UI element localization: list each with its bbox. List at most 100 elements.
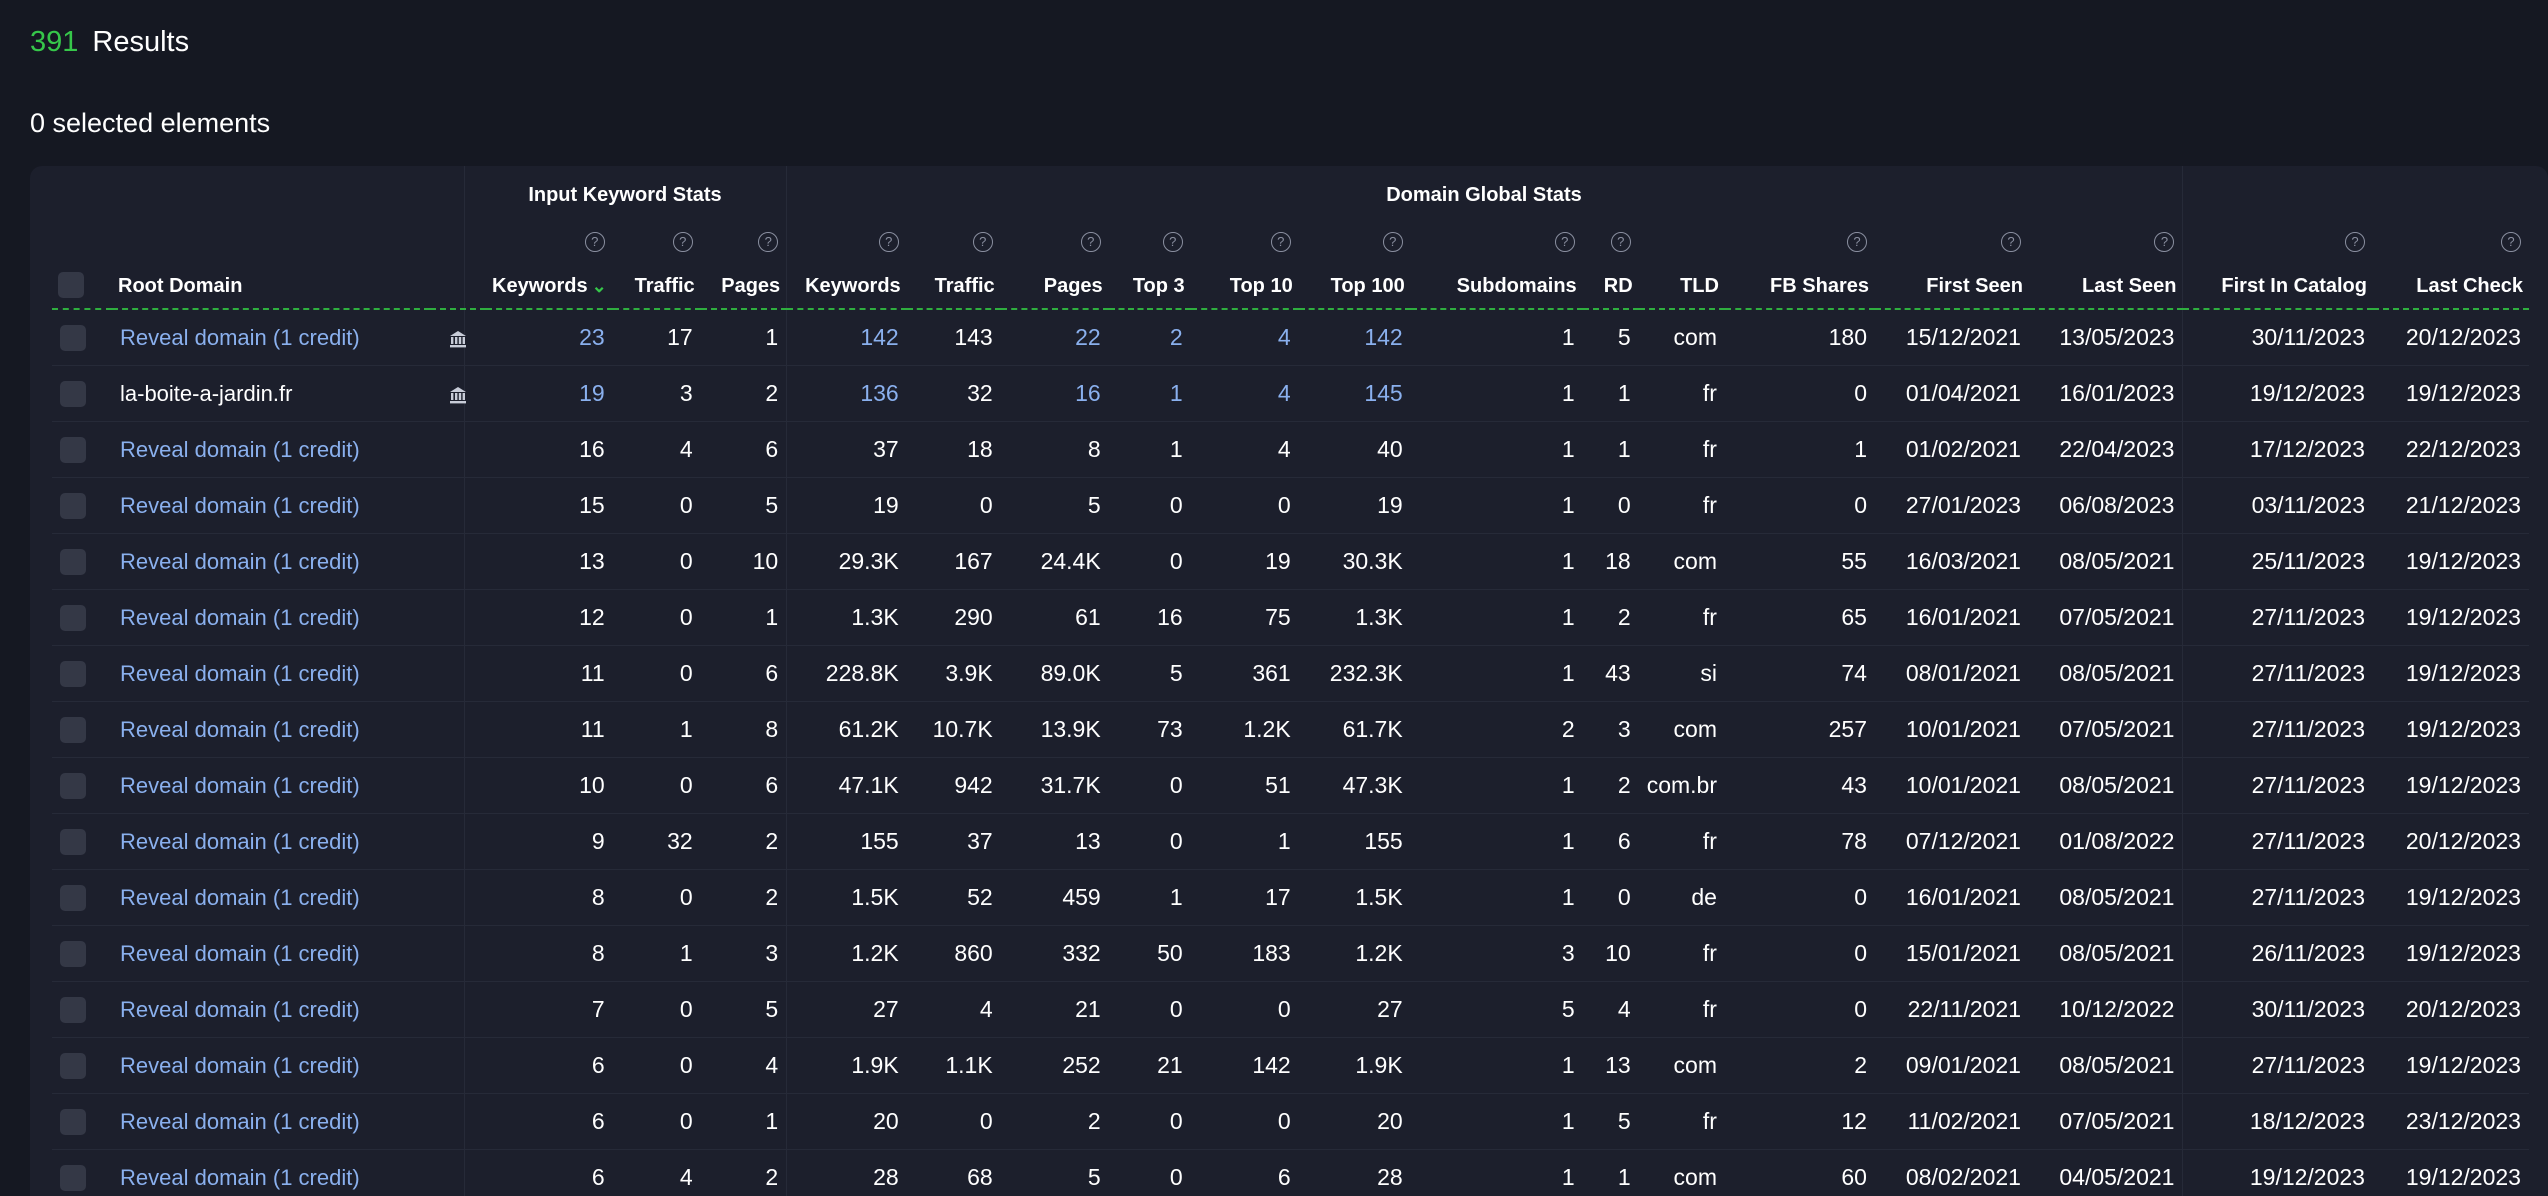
row-checkbox[interactable] [60,829,86,855]
table-cell[interactable]: 142 [1299,309,1411,366]
reveal-domain-link[interactable]: Reveal domain (1 credit) [112,926,430,982]
col-root-domain[interactable]: Root Domain [112,210,430,309]
help-icon[interactable]: ? [585,232,605,252]
help-icon[interactable]: ? [2001,232,2021,252]
help-icon[interactable]: ? [758,232,778,252]
table-row[interactable]: Reveal domain (1 credit)100647.1K94231.7… [52,758,2529,814]
table-cell[interactable]: 4 [1191,366,1299,422]
col-rd[interactable]: ?RD [1583,210,1639,309]
row-checkbox[interactable] [60,941,86,967]
table-cell[interactable]: 22 [1001,309,1109,366]
table-row[interactable]: Reveal domain (1 credit)6041.9K1.1K25221… [52,1038,2529,1094]
help-icon[interactable]: ? [1383,232,1403,252]
bank-icon[interactable] [449,330,467,348]
reveal-domain-link[interactable]: Reveal domain (1 credit) [112,309,430,366]
help-icon[interactable]: ? [1847,232,1867,252]
row-checkbox[interactable] [60,605,86,631]
row-checkbox[interactable] [60,1053,86,1079]
help-icon[interactable]: ? [973,232,993,252]
bank-icon[interactable] [449,386,467,404]
row-select-cell[interactable] [52,758,112,814]
table-row[interactable]: Reveal domain (1 credit)8131.2K860332501… [52,926,2529,982]
table-cell[interactable]: 4 [1191,309,1299,366]
row-select-cell[interactable] [52,1038,112,1094]
reveal-domain-link[interactable]: Reveal domain (1 credit) [112,758,430,814]
reveal-domain-link[interactable]: Reveal domain (1 credit) [112,646,430,702]
col-first-in-catalog[interactable]: ?First In Catalog [2183,210,2373,309]
row-select-cell[interactable] [52,590,112,646]
help-icon[interactable]: ? [2154,232,2174,252]
row-checkbox[interactable] [60,661,86,687]
row-checkbox[interactable] [60,437,86,463]
col-tld[interactable]: TLD [1639,210,1725,309]
row-select-cell[interactable] [52,926,112,982]
table-cell[interactable]: 136 [787,366,907,422]
table-cell[interactable]: 19 [486,366,613,422]
help-icon[interactable]: ? [1555,232,1575,252]
table-row[interactable]: Reveal domain (1 credit)1301029.3K16724.… [52,534,2529,590]
table-cell[interactable]: 142 [787,309,907,366]
col-last-seen[interactable]: ?Last Seen [2029,210,2183,309]
row-select-cell[interactable] [52,478,112,534]
row-select-cell[interactable] [52,422,112,478]
row-select-cell[interactable] [52,870,112,926]
row-checkbox[interactable] [60,493,86,519]
reveal-domain-link[interactable]: Reveal domain (1 credit) [112,422,430,478]
reveal-domain-link[interactable]: Reveal domain (1 credit) [112,590,430,646]
table-row[interactable]: la-boite-a-jardin.fr193213632161414511fr… [52,366,2529,422]
col-first-seen[interactable]: ?First Seen [1875,210,2029,309]
table-row[interactable]: Reveal domain (1 credit)15051905001910fr… [52,478,2529,534]
col-fb-shares[interactable]: ?FB Shares [1725,210,1875,309]
table-row[interactable]: Reveal domain (1 credit)9322155371301155… [52,814,2529,870]
reveal-domain-link[interactable]: Reveal domain (1 credit) [112,1150,430,1196]
row-select-cell[interactable] [52,814,112,870]
col-traffic[interactable]: ?Traffic [907,210,1001,309]
reveal-domain-link[interactable]: Reveal domain (1 credit) [112,478,430,534]
reveal-domain-link[interactable]: Reveal domain (1 credit) [112,702,430,758]
reveal-domain-link[interactable]: Reveal domain (1 credit) [112,534,430,590]
col-subdomains[interactable]: ?Subdomains [1411,210,1583,309]
row-checkbox[interactable] [60,1165,86,1191]
col-top100[interactable]: ?Top 100 [1299,210,1411,309]
row-checkbox[interactable] [60,325,86,351]
row-select-cell[interactable] [52,1150,112,1196]
col-input-traffic[interactable]: ?Traffic [613,210,701,309]
reveal-domain-link[interactable]: Reveal domain (1 credit) [112,814,430,870]
help-icon[interactable]: ? [2345,232,2365,252]
table-row[interactable]: Reveal domain (1 credit)64228685062811co… [52,1150,2529,1196]
col-top10[interactable]: ?Top 10 [1191,210,1299,309]
reveal-domain-link[interactable]: Reveal domain (1 credit) [112,870,430,926]
help-icon[interactable]: ? [1163,232,1183,252]
help-icon[interactable]: ? [1081,232,1101,252]
row-select-cell[interactable] [52,646,112,702]
row-checkbox[interactable] [60,773,86,799]
table-row[interactable]: Reveal domain (1 credit)8021.5K524591171… [52,870,2529,926]
row-checkbox[interactable] [60,885,86,911]
row-select-cell[interactable] [52,366,112,422]
table-row[interactable]: Reveal domain (1 credit)12011.3K29061167… [52,590,2529,646]
table-row[interactable]: Reveal domain (1 credit)70527421002754fr… [52,982,2529,1038]
reveal-domain-link[interactable]: Reveal domain (1 credit) [112,1094,430,1150]
col-input-keywords[interactable]: ?Keywords⌄ [486,210,613,309]
table-cell[interactable]: 2 [1109,309,1191,366]
table-cell[interactable]: 23 [486,309,613,366]
table-cell[interactable]: 145 [1299,366,1411,422]
col-pages[interactable]: ?Pages [1001,210,1109,309]
table-row[interactable]: Reveal domain (1 credit)2317114214322241… [52,309,2529,366]
col-input-pages[interactable]: ?Pages [701,210,787,309]
row-select-cell[interactable] [52,702,112,758]
table-row[interactable]: Reveal domain (1 credit)6012002002015fr1… [52,1094,2529,1150]
help-icon[interactable]: ? [2501,232,2521,252]
help-icon[interactable]: ? [673,232,693,252]
table-cell[interactable]: 1 [1109,366,1191,422]
row-checkbox[interactable] [60,717,86,743]
table-cell[interactable]: 16 [1001,366,1109,422]
select-all-checkbox[interactable] [58,272,84,298]
col-keywords[interactable]: ?Keywords [787,210,907,309]
row-select-cell[interactable] [52,982,112,1038]
row-select-cell[interactable] [52,1094,112,1150]
table-row[interactable]: Reveal domain (1 credit)164637188144011f… [52,422,2529,478]
help-icon[interactable]: ? [879,232,899,252]
table-row[interactable]: Reveal domain (1 credit)111861.2K10.7K13… [52,702,2529,758]
help-icon[interactable]: ? [1271,232,1291,252]
